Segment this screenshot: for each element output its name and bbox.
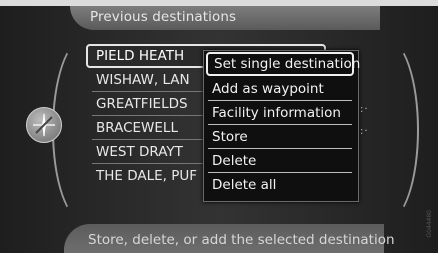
menu-item-label: Delete all bbox=[212, 177, 277, 193]
menu-item-label: Set single destination bbox=[214, 56, 361, 72]
menu-item-facility-information[interactable]: Facility information bbox=[206, 101, 354, 125]
page-title: Previous destinations bbox=[90, 9, 237, 25]
menu-item-label: Store bbox=[212, 129, 248, 145]
figure-code: G044480 bbox=[426, 210, 433, 238]
footer-hint: Store, delete, or add the selected desti… bbox=[88, 232, 395, 248]
destination-label: THE DALE, PUF bbox=[96, 168, 198, 184]
menu-item-delete[interactable]: Delete bbox=[206, 149, 354, 173]
menu-item-set-single-destination[interactable]: Set single destination bbox=[206, 52, 360, 76]
menu-item-delete-all[interactable]: Delete all bbox=[206, 173, 354, 197]
compass-icon bbox=[26, 107, 62, 143]
destination-label: BRACEWELL bbox=[96, 120, 178, 136]
destination-label: WEST DRAYT bbox=[96, 144, 183, 160]
compass-rose-icon bbox=[33, 113, 55, 137]
menu-item-add-as-waypoint[interactable]: Add as waypoint bbox=[206, 77, 354, 101]
menu-item-label: Facility information bbox=[212, 105, 341, 121]
menu-item-label: Add as waypoint bbox=[212, 81, 324, 97]
truncation-dots-icon: :· bbox=[360, 104, 369, 115]
menu-item-store[interactable]: Store bbox=[206, 125, 354, 149]
destination-label: GREATFIELDS bbox=[96, 96, 188, 112]
truncation-dots-icon: :· bbox=[360, 126, 369, 137]
navigation-screen: Previous destinations PIELD HEATH WISHAW… bbox=[0, 0, 438, 253]
destination-label: PIELD HEATH bbox=[96, 48, 185, 64]
context-menu: Set single destination Add as waypoint F… bbox=[203, 50, 360, 202]
destination-label: WISHAW, LAN bbox=[96, 72, 190, 88]
menu-item-label: Delete bbox=[212, 153, 257, 169]
